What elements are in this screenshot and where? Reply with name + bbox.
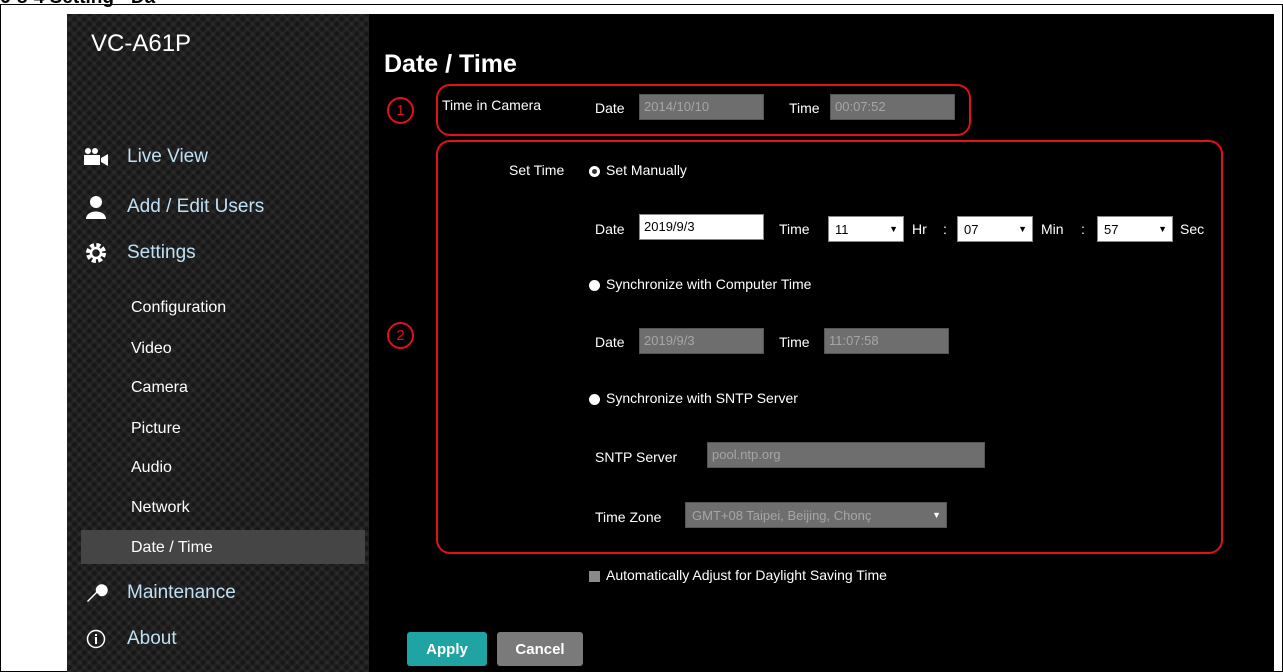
nav-sub-audio[interactable]: Audio <box>131 459 172 477</box>
manual-date-input[interactable]: 2019/9/3 <box>639 214 764 240</box>
timezone-select: GMT+08 Taipei, Beijing, Chonç ▼ <box>685 502 947 528</box>
camera-time-field: 00:07:52 <box>830 94 955 120</box>
nav-sub-configuration[interactable]: Configuration <box>131 299 226 317</box>
set-manually-option[interactable]: Set Manually <box>589 162 687 178</box>
main-content: Date / Time 1 Time in Camera Date 2014/1… <box>369 14 1274 672</box>
gear-icon <box>81 240 111 266</box>
nav-settings[interactable]: Settings <box>81 240 196 266</box>
minute-value: 07 <box>964 222 979 237</box>
callout-1: 1 <box>387 97 414 124</box>
nav-about[interactable]: About <box>81 626 177 652</box>
user-icon <box>81 194 111 220</box>
callout-2: 2 <box>387 322 414 349</box>
colon-2: : <box>1081 221 1085 237</box>
cancel-button[interactable]: Cancel <box>497 632 583 666</box>
nav-active-highlight <box>81 530 365 564</box>
nav-maintenance[interactable]: Maintenance <box>81 580 236 606</box>
info-icon <box>81 626 111 652</box>
apply-button[interactable]: Apply <box>407 632 487 666</box>
minute-dropdown-icon: ▼ <box>1018 224 1027 234</box>
second-select[interactable]: 57 ▼ <box>1097 216 1173 242</box>
video-camera-icon <box>81 144 111 170</box>
hour-value: 11 <box>835 222 849 237</box>
timezone-label: Time Zone <box>595 509 662 525</box>
hr-label: Hr <box>912 221 927 237</box>
hour-dropdown-icon: ▼ <box>889 224 898 234</box>
computer-date-field: 2019/9/3 <box>639 328 764 354</box>
manual-date-label: Date <box>595 221 625 237</box>
camera-date-field: 2014/10/10 <box>639 94 764 120</box>
camera-time-label: Time <box>789 100 820 116</box>
nav-sub-video[interactable]: Video <box>131 340 172 358</box>
manual-time-label: Time <box>779 221 810 237</box>
computer-date-label: Date <box>595 334 625 350</box>
second-value: 57 <box>1104 222 1119 237</box>
timezone-value: GMT+08 Taipei, Beijing, Chonç <box>692 508 872 523</box>
second-dropdown-icon: ▼ <box>1158 224 1167 234</box>
sntp-server-field: pool.ntp.org <box>707 442 985 468</box>
sync-computer-label: Synchronize with Computer Time <box>606 276 812 292</box>
set-manually-label: Set Manually <box>606 162 687 178</box>
dst-checkbox[interactable] <box>589 570 600 582</box>
sync-computer-option[interactable]: Synchronize with Computer Time <box>589 276 811 292</box>
nav-sub-camera[interactable]: Camera <box>131 379 188 397</box>
nav-sub-date-time[interactable]: Date / Time <box>131 539 213 557</box>
page-title: Date / Time <box>384 50 517 78</box>
camera-date-label: Date <box>595 100 625 116</box>
nav-add-edit-users[interactable]: Add / Edit Users <box>81 194 264 220</box>
colon-1: : <box>943 221 947 237</box>
wrench-icon <box>81 580 111 606</box>
sec-label: Sec <box>1180 221 1205 237</box>
sync-sntp-option[interactable]: Synchronize with SNTP Server <box>589 390 798 406</box>
minute-select[interactable]: 07 ▼ <box>957 216 1033 242</box>
sntp-server-label: SNTP Server <box>595 449 678 465</box>
nav-about-label: About <box>127 628 177 649</box>
sidebar: VC-A61P Live View Add / Edit Users Setti… <box>67 14 369 672</box>
nav-sub-network[interactable]: Network <box>131 499 190 517</box>
dst-label: Automatically Adjust for Daylight Saving… <box>606 567 887 583</box>
set-time-label: Set Time <box>509 162 565 178</box>
sync-computer-radio[interactable] <box>589 279 600 291</box>
time-in-camera-label: Time in Camera <box>442 97 542 113</box>
set-manually-radio[interactable] <box>589 165 600 177</box>
computer-time-label: Time <box>779 334 810 350</box>
min-label: Min <box>1041 221 1064 237</box>
timezone-dropdown-icon: ▼ <box>932 510 941 520</box>
nav-settings-label: Settings <box>127 242 196 263</box>
hour-select[interactable]: 11 ▼ <box>828 216 904 242</box>
dst-option[interactable]: Automatically Adjust for Daylight Saving… <box>589 567 887 583</box>
nav-live-view-label: Live View <box>127 146 208 167</box>
sync-sntp-radio[interactable] <box>589 393 600 405</box>
computer-time-field: 11:07:58 <box>824 328 949 354</box>
nav-add-edit-users-label: Add / Edit Users <box>127 196 265 217</box>
nav-sub-picture[interactable]: Picture <box>131 420 181 438</box>
web-ui: VC-A61P Live View Add / Edit Users Setti… <box>67 14 1274 672</box>
device-name: VC-A61P <box>91 30 192 57</box>
nav-maintenance-label: Maintenance <box>127 582 236 603</box>
nav-live-view[interactable]: Live View <box>81 144 208 170</box>
sync-sntp-label: Synchronize with SNTP Server <box>606 390 798 406</box>
